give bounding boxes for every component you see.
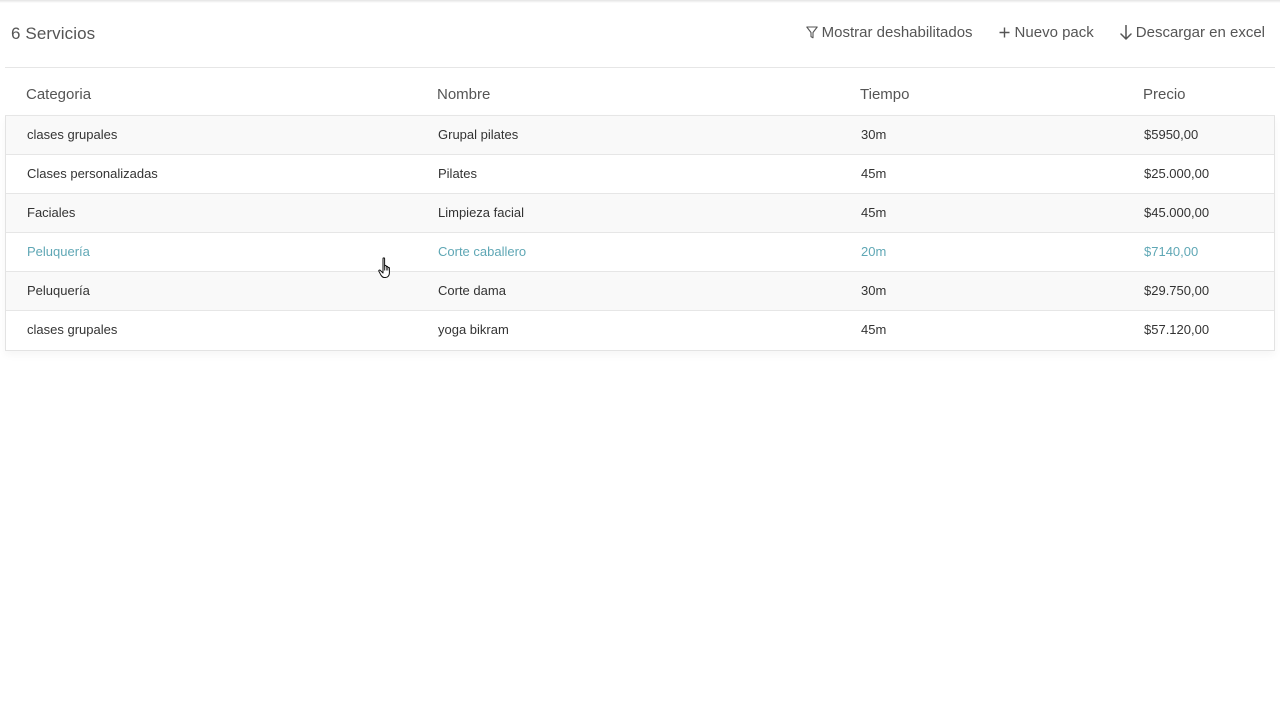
cell-precio: $25.000,00	[1144, 166, 1210, 181]
cell-nombre: Pilates	[438, 166, 478, 181]
cell-nombre: yoga bikram	[438, 322, 509, 337]
cell-nombre: Limpieza facial	[438, 205, 524, 220]
table-body: clases grupales Grupal pilates 30m $5950…	[5, 116, 1275, 351]
cell-tiempo: 45m	[861, 322, 887, 337]
header-actions: Mostrar deshabilitados Nuevo pack Descar…	[780, 24, 1265, 41]
header-divider	[5, 67, 1275, 68]
cell-precio: $29.750,00	[1144, 283, 1210, 298]
column-header-tiempo[interactable]: Tiempo	[860, 86, 909, 103]
cell-precio: $5950,00	[1144, 127, 1199, 142]
cell-tiempo: 30m	[861, 127, 887, 142]
show-disabled-button[interactable]: Mostrar deshabilitados	[805, 24, 973, 41]
cell-categoria: Peluquería	[27, 244, 90, 259]
column-header-categoria[interactable]: Categoria	[26, 86, 91, 103]
cell-nombre: Grupal pilates	[438, 127, 519, 142]
show-disabled-label: Mostrar deshabilitados	[821, 24, 973, 41]
cell-categoria: Faciales	[27, 205, 76, 220]
download-excel-button[interactable]: Descargar en excel	[1119, 24, 1265, 41]
cell-categoria: clases grupales	[27, 322, 118, 337]
table-row[interactable]: Faciales Limpieza facial 45m $45.000,00	[6, 194, 1274, 233]
cell-tiempo: 45m	[861, 166, 887, 181]
cell-tiempo: 45m	[861, 205, 887, 220]
cell-tiempo: 20m	[861, 244, 887, 259]
new-pack-button[interactable]: Nuevo pack	[998, 24, 1094, 41]
cell-precio: $45.000,00	[1144, 205, 1210, 220]
cell-precio: $7140,00	[1144, 244, 1199, 259]
plus-icon	[998, 25, 1012, 41]
cell-nombre: Corte dama	[438, 283, 506, 298]
hand-pointer-cursor-icon	[378, 257, 390, 278]
table-row[interactable]: Clases personalizadas Pilates 45m $25.00…	[6, 155, 1274, 194]
cell-categoria: Clases personalizadas	[27, 166, 158, 181]
cell-categoria: clases grupales	[27, 127, 118, 142]
cell-precio: $57.120,00	[1144, 322, 1210, 337]
page-header: 6 Servicios Mostrar deshabilitados Nuevo…	[0, 0, 1280, 68]
table-row[interactable]: clases grupales Grupal pilates 30m $5950…	[6, 116, 1274, 155]
services-table: Categoria Nombre Tiempo Precio clases gr…	[5, 76, 1275, 351]
download-excel-label: Descargar en excel	[1135, 24, 1265, 41]
table-row[interactable]: Peluquería Corte dama 30m $29.750,00	[6, 272, 1274, 311]
arrow-down-icon	[1119, 25, 1133, 41]
table-row[interactable]: clases grupales yoga bikram 45m $57.120,…	[6, 311, 1274, 350]
services-count-title: 6 Servicios	[11, 24, 96, 43]
cell-categoria: Peluquería	[27, 283, 90, 298]
filter-icon	[805, 25, 819, 41]
cell-nombre: Corte caballero	[438, 244, 527, 259]
new-pack-label: Nuevo pack	[1014, 24, 1094, 41]
cell-tiempo: 30m	[861, 283, 887, 298]
column-header-nombre[interactable]: Nombre	[437, 86, 490, 103]
column-header-precio[interactable]: Precio	[1143, 86, 1186, 103]
table-header: Categoria Nombre Tiempo Precio	[5, 76, 1275, 116]
table-row-hovered[interactable]: Peluquería Corte caballero 20m $7140,00	[6, 233, 1274, 272]
